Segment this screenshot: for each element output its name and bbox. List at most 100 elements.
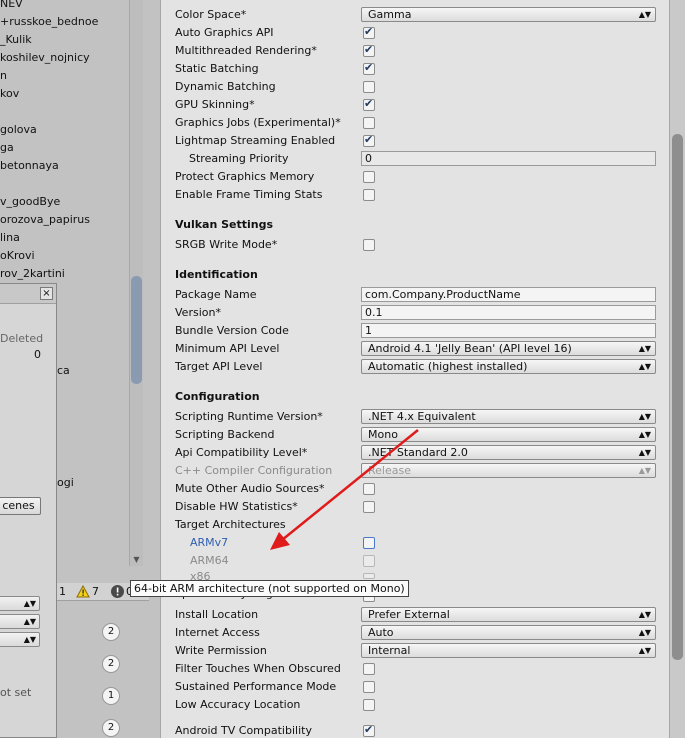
version-field[interactable]: 0.1: [361, 305, 656, 320]
hierarchy-item[interactable]: n: [0, 67, 130, 85]
armv7-label: ARMv7: [190, 536, 229, 549]
dropdown-arrows-icon: ▲▼: [23, 617, 36, 626]
close-icon[interactable]: ×: [40, 287, 53, 300]
dropdown-arrows-icon: ▲▼: [638, 610, 651, 619]
graphics-jobs-checkbox[interactable]: [363, 117, 375, 129]
frame-timing-checkbox[interactable]: [363, 189, 375, 201]
hierarchy-item[interactable]: [0, 175, 130, 193]
not-set-label: ot set: [0, 686, 32, 699]
color-space-dropdown[interactable]: Gamma ▲▼: [361, 7, 656, 22]
hierarchy-item[interactable]: koshilev_nojnicy: [0, 49, 130, 67]
hierarchy-item[interactable]: _Kulik: [0, 31, 130, 49]
inspector-scroll-thumb[interactable]: [672, 134, 683, 660]
frame-timing-label: Enable Frame Timing Stats: [175, 188, 323, 201]
auto-graphics-checkbox[interactable]: [363, 25, 375, 39]
dropdown-arrows-icon: ▲▼: [638, 646, 651, 655]
package-name-field[interactable]: com.Company.ProductName: [361, 287, 656, 302]
warning-count: 7: [92, 585, 99, 598]
hierarchy-scrollbar[interactable]: ▼: [129, 0, 143, 566]
dropdown-value: Gamma: [368, 8, 412, 21]
hierarchy-scroll-thumb[interactable]: [131, 276, 142, 384]
scenes-button[interactable]: cenes: [0, 497, 41, 515]
inspector-scrollbar[interactable]: [669, 0, 685, 738]
gpu-skinning-label: GPU Skinning*: [175, 98, 255, 111]
sustained-perf-checkbox[interactable]: [363, 681, 375, 693]
hierarchy-item[interactable]: orozova_papirus: [0, 211, 130, 229]
hierarchy-item[interactable]: +russkoe_bednoe: [0, 13, 130, 31]
write-permission-label: Write Permission: [175, 644, 267, 657]
dropdown-value: .NET Standard 2.0: [368, 446, 468, 459]
protect-graphics-label: Protect Graphics Memory: [175, 170, 315, 183]
dropdown-value: Release: [368, 464, 411, 477]
hierarchy-item[interactable]: NEV: [0, 0, 130, 13]
hierarchy-item[interactable]: ga: [0, 139, 130, 157]
auto-graphics-label: Auto Graphics API: [175, 26, 274, 39]
internet-access-label: Internet Access: [175, 626, 260, 639]
error-icon[interactable]: [110, 584, 125, 599]
protect-graphics-checkbox[interactable]: [363, 171, 375, 183]
gpu-skinning-checkbox[interactable]: [363, 97, 375, 111]
dropdown-arrows-icon: ▲▼: [638, 628, 651, 637]
dropdown-value: Internal: [368, 644, 411, 657]
graphics-jobs-label: Graphics Jobs (Experimental)*: [175, 116, 341, 129]
dropdown-value: Android 4.1 'Jelly Bean' (API level 16): [368, 342, 572, 355]
dialog-dropdown[interactable]: ▲▼: [0, 596, 40, 611]
target-api-dropdown[interactable]: Automatic (highest installed) ▲▼: [361, 359, 656, 374]
dropdown-arrows-icon: ▲▼: [23, 635, 36, 644]
lightmap-streaming-label: Lightmap Streaming Enabled: [175, 134, 336, 147]
hierarchy-fragment: ca: [57, 364, 70, 377]
static-batching-checkbox[interactable]: [363, 61, 375, 75]
dropdown-value: Prefer External: [368, 608, 450, 621]
target-architectures-label: Target Architectures: [175, 518, 286, 531]
dialog-dropdown[interactable]: ▲▼: [0, 632, 40, 647]
scripting-runtime-dropdown[interactable]: .NET 4.x Equivalent ▲▼: [361, 409, 656, 424]
dropdown-arrows-icon: ▲▼: [638, 448, 651, 457]
hierarchy-item[interactable]: betonnaya: [0, 157, 130, 175]
filter-touches-label: Filter Touches When Obscured: [175, 662, 341, 675]
arm64-label: ARM64: [190, 554, 229, 567]
package-name-label: Package Name: [175, 288, 257, 301]
disable-hw-stats-checkbox[interactable]: [363, 501, 375, 513]
scripting-backend-label: Scripting Backend: [175, 428, 275, 441]
dialog-titlebar[interactable]: ×: [0, 284, 56, 304]
android-tv-checkbox[interactable]: [363, 723, 375, 737]
hierarchy-item[interactable]: lina: [0, 229, 130, 247]
static-batching-label: Static Batching: [175, 62, 259, 75]
arm64-checkbox: [363, 555, 375, 567]
hierarchy-item[interactable]: [0, 103, 130, 121]
hierarchy-fragment: ogi: [57, 476, 74, 489]
hierarchy-item[interactable]: oKrovi: [0, 247, 130, 265]
target-api-label: Target API Level: [175, 360, 263, 373]
srgb-write-label: SRGB Write Mode*: [175, 238, 278, 251]
hierarchy-item[interactable]: v_goodBye: [0, 193, 130, 211]
bundle-version-field[interactable]: 1: [361, 323, 656, 338]
streaming-priority-field[interactable]: 0: [361, 151, 656, 166]
filter-touches-checkbox[interactable]: [363, 663, 375, 675]
write-permission-dropdown[interactable]: Internal ▲▼: [361, 643, 656, 658]
armv7-checkbox[interactable]: [363, 537, 375, 549]
hierarchy-item[interactable]: golova: [0, 121, 130, 139]
srgb-write-checkbox[interactable]: [363, 239, 375, 251]
multithreaded-label: Multithreaded Rendering*: [175, 44, 317, 57]
hierarchy-item[interactable]: rov_2kartini: [0, 265, 130, 283]
warning-icon[interactable]: [76, 585, 90, 598]
install-location-dropdown[interactable]: Prefer External ▲▼: [361, 607, 656, 622]
dialog-dropdown[interactable]: ▲▼: [0, 614, 40, 629]
multithreaded-checkbox[interactable]: [363, 43, 375, 57]
count-badge: 1: [102, 687, 120, 705]
floating-dialog: × Deleted 0 cenes ▲▼ ▲▼ ▲▼ ot set: [0, 283, 57, 738]
internet-access-dropdown[interactable]: Auto ▲▼: [361, 625, 656, 640]
vulkan-settings-header: Vulkan Settings: [175, 218, 274, 231]
lightmap-streaming-checkbox[interactable]: [363, 133, 375, 147]
scripting-backend-dropdown[interactable]: Mono ▲▼: [361, 427, 656, 442]
dropdown-arrows-icon: ▲▼: [23, 599, 36, 608]
low-accuracy-checkbox[interactable]: [363, 699, 375, 711]
min-api-dropdown[interactable]: Android 4.1 'Jelly Bean' (API level 16) ▲…: [361, 341, 656, 356]
count-badge: 2: [102, 655, 120, 673]
scroll-down-arrow-icon[interactable]: ▼: [131, 556, 142, 564]
mute-audio-checkbox[interactable]: [363, 483, 375, 495]
dynamic-batching-checkbox[interactable]: [363, 81, 375, 93]
x86-checkbox: [363, 573, 375, 579]
api-compat-dropdown[interactable]: .NET Standard 2.0 ▲▼: [361, 445, 656, 460]
hierarchy-item[interactable]: kov: [0, 85, 130, 103]
